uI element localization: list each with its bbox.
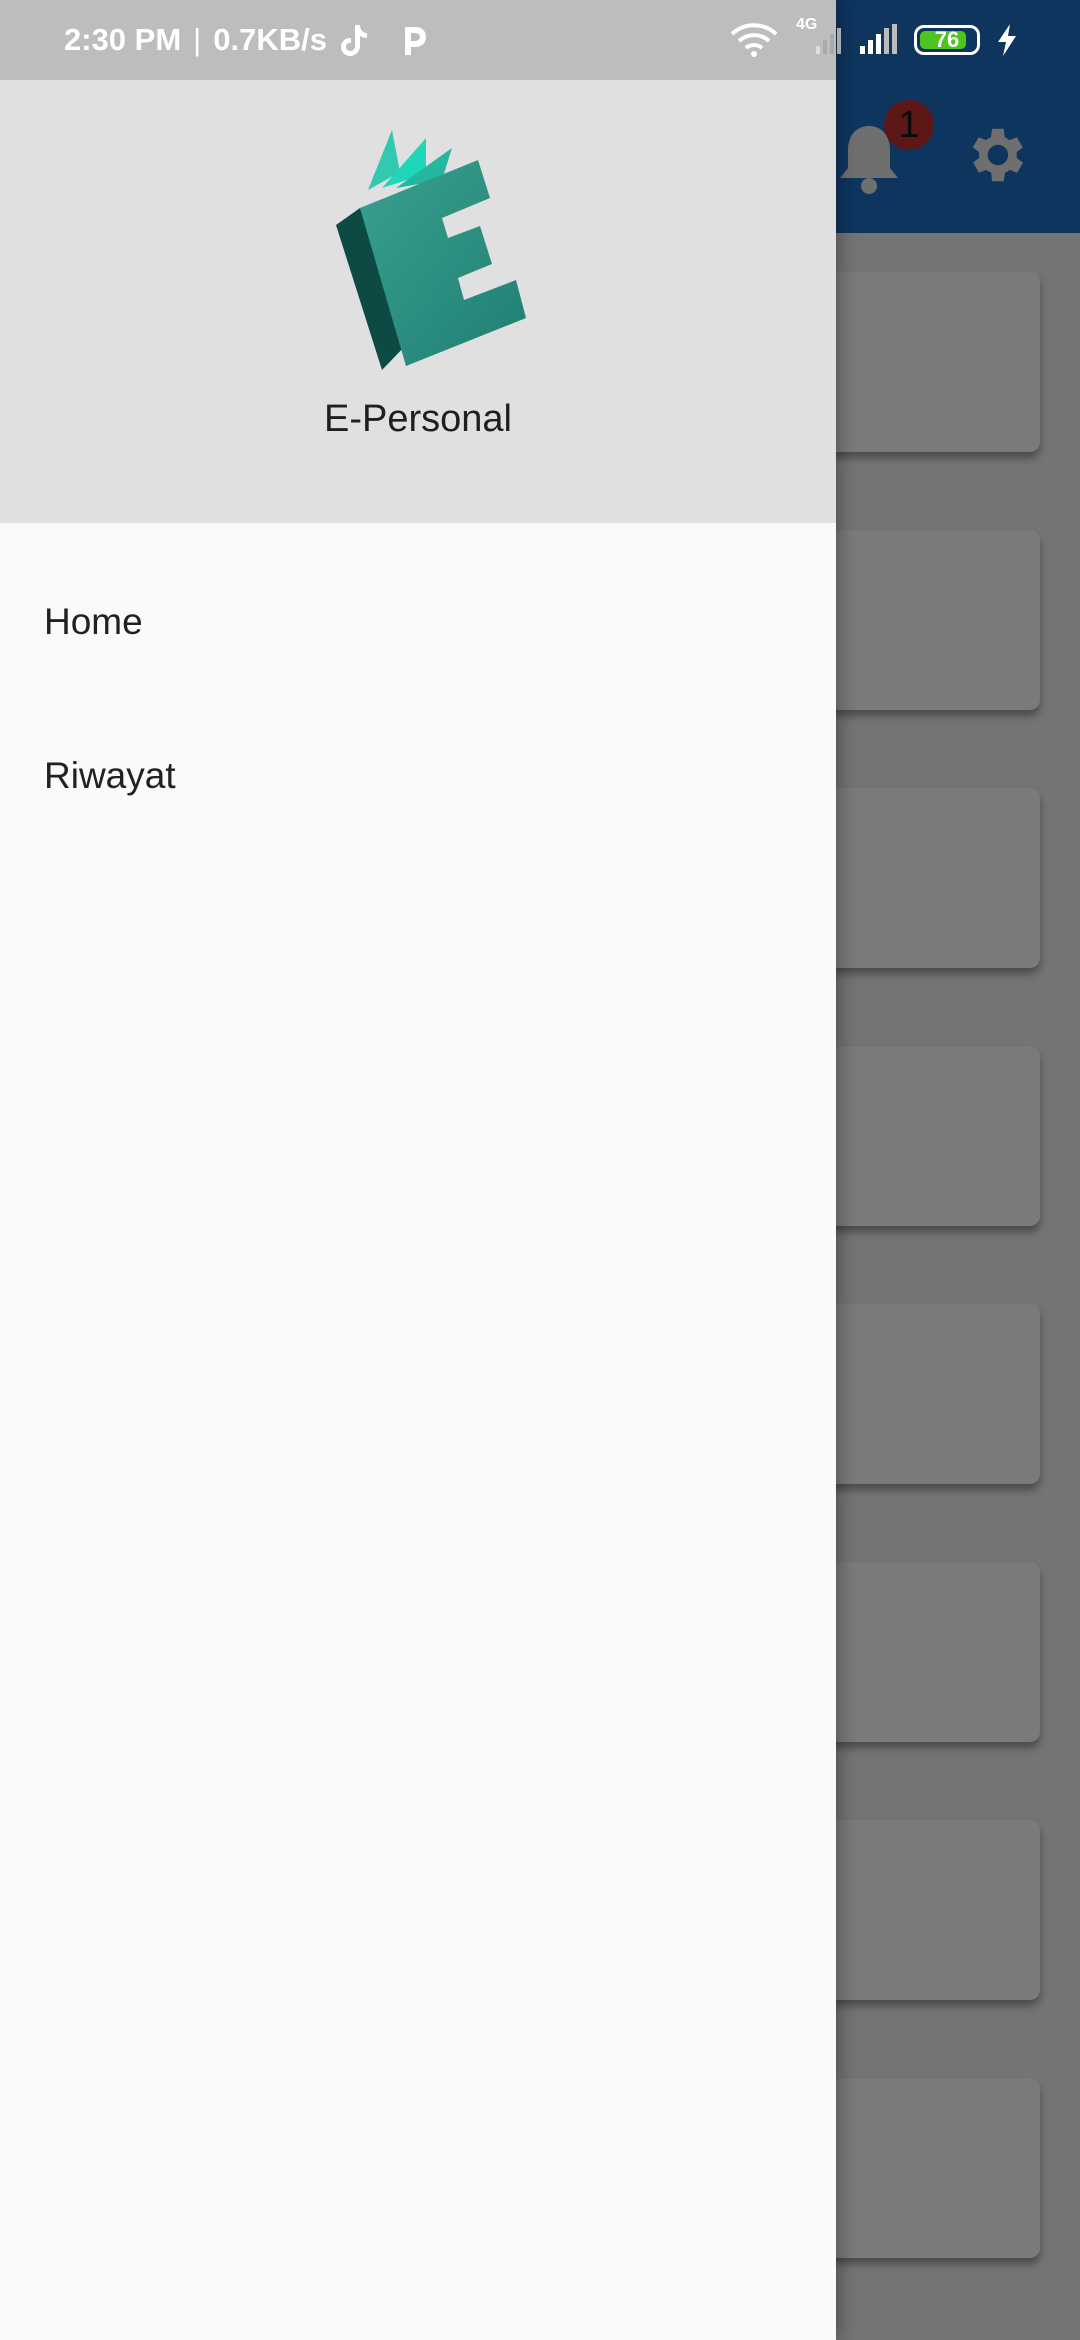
status-separator: | — [193, 22, 202, 57]
status-left: 2:30 PM | 0.7KB/s — [64, 22, 429, 58]
signal-4g-icon: 4G — [794, 16, 842, 60]
p-app-icon — [404, 27, 426, 55]
drawer-header: E-Personal — [0, 80, 836, 523]
network-type-label: 4G — [796, 16, 818, 33]
drawer-item-home[interactable]: Home — [0, 545, 836, 699]
battery-icon: 76 — [914, 25, 980, 55]
book-e-logo-icon — [336, 130, 526, 370]
status-right: 4G 76 — [730, 16, 1018, 60]
navigation-drawer: E-Personal Home Riwayat — [0, 0, 836, 2340]
app-name: E-Personal — [324, 398, 512, 440]
charging-bolt-icon — [998, 24, 1016, 56]
status-network-speed: 0.7KB/s — [213, 22, 327, 57]
drawer-menu: Home Riwayat — [0, 545, 836, 853]
tiktok-icon — [340, 25, 367, 56]
status-time: 2:30 PM — [64, 22, 182, 57]
signal-icon — [860, 24, 897, 54]
wifi-icon — [730, 23, 778, 57]
drawer-item-riwayat[interactable]: Riwayat — [0, 699, 836, 853]
battery-level: 76 — [934, 27, 960, 52]
status-bar: 2:30 PM | 0.7KB/s 4G 76 — [0, 0, 1080, 80]
